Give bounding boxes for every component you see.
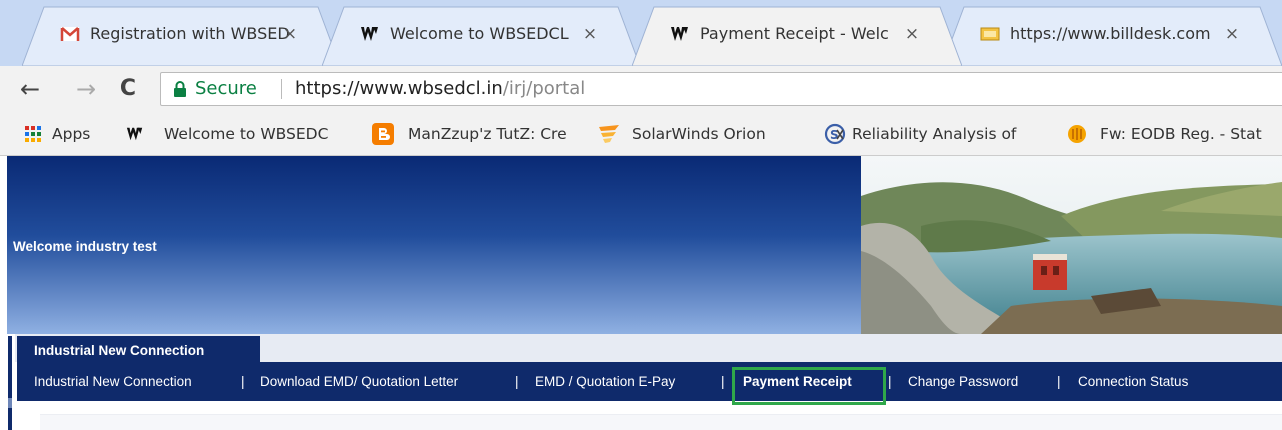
menu-item-connection-status[interactable]: Connection Status	[1078, 362, 1188, 401]
tab-close-icon[interactable]: ×	[578, 20, 602, 48]
lock-icon	[174, 81, 186, 97]
bookmark-label: SolarWinds Orion	[632, 125, 766, 143]
reload-icon[interactable]: C	[114, 73, 142, 105]
bookmark-label: Welcome to WBSEDC	[164, 125, 329, 143]
apps-grid-icon	[25, 126, 41, 142]
menu-separator: |	[721, 374, 725, 389]
browser-tab-payment-receipt[interactable]: Payment Receipt - Welc ×	[632, 6, 962, 66]
url-text[interactable]: https://www.wbsedcl.in/irj/portal	[295, 73, 585, 105]
bookmark-welcome-wbsedcl[interactable]: Welcome to WBSEDC	[124, 112, 356, 155]
tab-close-icon[interactable]: ×	[900, 20, 924, 48]
header-banner: Welcome industry test	[7, 156, 861, 334]
bookmark-apps[interactable]: Apps	[24, 112, 114, 155]
menu-separator: |	[515, 374, 519, 389]
bookmark-label: Apps	[52, 125, 91, 143]
browser-tab-welcome[interactable]: Welcome to WBSEDCL ×	[322, 6, 640, 66]
reliability-icon: S	[824, 123, 846, 145]
page-content-area	[40, 414, 1282, 430]
tab-close-icon[interactable]: ×	[1220, 20, 1244, 48]
payment-receipt-highlight	[732, 367, 886, 405]
solarwinds-icon	[599, 125, 619, 143]
wbsedcl-logo-icon	[361, 27, 378, 41]
tab-title: Registration with WBSED	[90, 24, 290, 43]
menu-item-emd-quotation-epay[interactable]: EMD / Quotation E-Pay	[535, 362, 675, 401]
wbsedcl-logo-icon	[671, 27, 688, 41]
welcome-message: Welcome industry test	[13, 239, 157, 254]
billdesk-icon	[980, 27, 1000, 41]
address-bar[interactable]: Secure https://www.wbsedcl.in/irj/portal	[160, 72, 1282, 106]
bookmark-label: ManZzup'z TutZ: Cre	[408, 125, 567, 143]
menu-separator: |	[241, 374, 245, 389]
bookmark-eodb[interactable]: Fw: EODB Reg. - Stat	[1066, 112, 1282, 155]
honey-icon	[1068, 125, 1086, 143]
menu-item-download-emd-quotation-letter[interactable]: Download EMD/ Quotation Letter	[260, 362, 458, 401]
bookmark-manzzup[interactable]: ManZzup'z TutZ: Cre	[372, 112, 590, 155]
gmail-icon	[60, 27, 80, 41]
bookmark-solarwinds[interactable]: SolarWinds Orion	[598, 112, 812, 155]
browser-tab-gmail[interactable]: Registration with WBSED ×	[22, 6, 340, 66]
bookmark-label: Fw: EODB Reg. - Stat	[1100, 125, 1262, 143]
bookmark-label: Reliability Analysis of	[852, 125, 1017, 143]
omnibox-divider	[281, 79, 282, 99]
menu-separator: |	[888, 374, 892, 389]
tab-industrial-new-connection[interactable]: Industrial New Connection	[17, 336, 260, 364]
tab-close-icon[interactable]: ×	[278, 20, 302, 48]
secure-label: Secure	[195, 78, 257, 99]
left-edge-rule	[8, 336, 12, 430]
menu-item-change-password[interactable]: Change Password	[908, 362, 1018, 401]
url-path: /irj/portal	[502, 78, 586, 99]
bookmarks-bar: Apps Welcome to WBSEDC ManZzup'z TutZ: C…	[0, 112, 1282, 156]
tab-title: https://www.billdesk.com	[1010, 24, 1211, 43]
browser-tab-strip: Registration with WBSED × Welcome to WBS…	[0, 0, 1282, 66]
url-host: https://www.wbsedcl.in	[295, 78, 503, 99]
reservoir-landscape-image	[861, 156, 1282, 334]
left-edge-rule-marker	[8, 398, 12, 408]
menu-separator: |	[1057, 374, 1061, 389]
forward-arrow-icon[interactable]: →	[72, 73, 100, 105]
tab-title: Payment Receipt - Welc	[700, 24, 889, 43]
tab-title: Welcome to WBSEDCL	[390, 24, 569, 43]
browser-toolbar: ← → C Secure https://www.wbsedcl.in/irj/…	[0, 66, 1282, 112]
browser-tab-billdesk[interactable]: https://www.billdesk.com ×	[942, 6, 1282, 66]
wbsedcl-logo-icon	[126, 127, 143, 141]
bookmark-reliability-analysis[interactable]: S Reliability Analysis of	[824, 112, 1044, 155]
portal-menu-bar: Industrial New Connection | Download EMD…	[17, 362, 1282, 401]
menu-item-industrial-new-connection[interactable]: Industrial New Connection	[34, 362, 192, 401]
blogger-icon	[372, 123, 394, 145]
back-arrow-icon[interactable]: ←	[16, 73, 44, 105]
